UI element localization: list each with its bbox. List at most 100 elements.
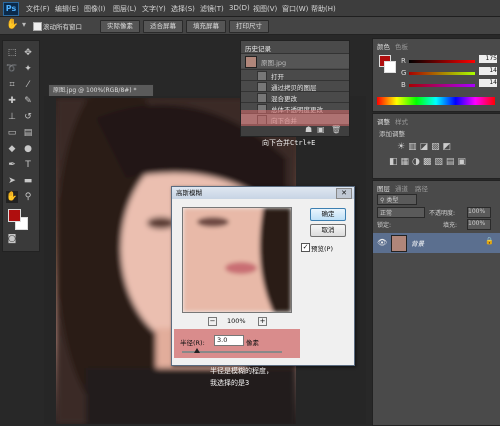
- adjustment-icons-row1[interactable]: ☀▥◪▨◩: [397, 142, 454, 152]
- menu-bar: Ps 文件(F) 编辑(E) 图像(I) 图层(L) 文字(Y) 选择(S) 滤…: [0, 0, 500, 17]
- fill-input[interactable]: 100%: [467, 219, 491, 230]
- tab-paths[interactable]: 路径: [415, 183, 428, 193]
- adjustment-icons-row2[interactable]: ◧▦◑▩▧▤▣: [389, 157, 469, 167]
- channel-r-value[interactable]: 175: [479, 55, 497, 63]
- menu-layer[interactable]: 图层(L): [113, 4, 136, 14]
- blur-tool-icon[interactable]: ◆: [6, 143, 18, 155]
- channel-r-slider[interactable]: [409, 60, 475, 63]
- foreground-color-swatch[interactable]: [8, 209, 21, 222]
- eraser-icon[interactable]: ▭: [6, 127, 18, 139]
- trash-icon[interactable]: 🗑: [331, 125, 341, 134]
- quick-mask-icon[interactable]: ◙: [6, 233, 18, 245]
- tab-layers[interactable]: 图层: [377, 183, 390, 193]
- menu-select[interactable]: 选择(S): [171, 4, 195, 14]
- ok-button[interactable]: 确定: [310, 208, 346, 221]
- zoom-level: 100%: [227, 317, 246, 325]
- blur-preview[interactable]: [182, 207, 292, 313]
- camera-icon[interactable]: ▣: [317, 125, 325, 134]
- close-icon[interactable]: ✕: [336, 188, 352, 199]
- cancel-button[interactable]: 取消: [310, 224, 346, 237]
- merge-down-caption: 向下合并Ctrl+E: [262, 139, 316, 147]
- dialog-title: 高斯模糊: [176, 189, 202, 197]
- radius-label: 半径(R):: [180, 339, 205, 347]
- menu-type[interactable]: 文字(Y): [142, 4, 166, 14]
- radius-note-1: 半径是模糊的程度，: [210, 367, 273, 375]
- channel-b-label: B: [401, 81, 406, 89]
- radius-unit: 像素: [246, 339, 259, 347]
- opacity-input[interactable]: 100%: [467, 207, 491, 218]
- gradient-icon[interactable]: ▤: [22, 127, 34, 139]
- radius-note-2: 我选择的是3: [210, 379, 250, 387]
- fit-screen-button[interactable]: 适合屏幕: [143, 20, 183, 33]
- blend-mode-select[interactable]: 正常: [377, 207, 425, 218]
- layer-filter-select[interactable]: ⚲ 类型: [377, 194, 417, 205]
- color-spectrum-bar[interactable]: [377, 97, 495, 105]
- tab-channels[interactable]: 通道: [395, 183, 408, 193]
- magic-wand-icon[interactable]: ✦: [22, 63, 34, 75]
- layer-name: 背景: [411, 240, 424, 248]
- zoom-in-button[interactable]: +: [258, 317, 267, 326]
- channel-b-slider[interactable]: [409, 84, 475, 87]
- move-tool-icon[interactable]: ✥: [22, 47, 34, 59]
- channel-r-label: R: [401, 57, 406, 65]
- menu-3d[interactable]: 3D(D): [229, 4, 250, 12]
- clone-stamp-icon[interactable]: ⊥: [6, 111, 18, 123]
- dropdown-arrow-icon[interactable]: ▾: [22, 20, 26, 29]
- history-panel-title[interactable]: 历史记录: [245, 43, 271, 53]
- menu-window[interactable]: 窗口(W): [282, 4, 308, 14]
- dialog-titlebar: 高斯模糊 ✕: [172, 187, 354, 199]
- history-brush-icon[interactable]: ↺: [22, 111, 34, 123]
- preview-label: 预览(P): [311, 245, 333, 253]
- menu-help[interactable]: 帮助(H): [311, 4, 336, 14]
- menu-file[interactable]: 文件(F): [26, 4, 50, 14]
- print-size-button[interactable]: 打印尺寸: [229, 20, 269, 33]
- menu-edit[interactable]: 编辑(E): [55, 4, 79, 14]
- radius-slider-thumb[interactable]: [194, 348, 200, 353]
- shape-tool-icon[interactable]: ▬: [22, 175, 34, 187]
- actual-pixels-button[interactable]: 实际像素: [100, 20, 140, 33]
- hand-tool-icon[interactable]: ✋: [6, 191, 18, 203]
- lasso-tool-icon[interactable]: ➰: [6, 63, 18, 75]
- layer-row-background[interactable]: 👁 背景 🔒: [373, 233, 500, 253]
- snapshot-thumbnail: [245, 56, 257, 68]
- preview-image: [183, 208, 291, 312]
- menu-filter[interactable]: 滤镜(T): [200, 4, 224, 14]
- layer-thumbnail: [391, 235, 407, 252]
- zoom-out-button[interactable]: −: [208, 317, 217, 326]
- channel-b-value[interactable]: 14: [479, 79, 497, 87]
- path-select-icon[interactable]: ➤: [6, 175, 18, 187]
- tab-adjustments[interactable]: 调整: [377, 116, 390, 126]
- hand-tool-icon[interactable]: ✋: [6, 19, 18, 30]
- preview-checkbox[interactable]: ✓: [301, 243, 310, 252]
- menu-view[interactable]: 视图(V): [253, 4, 277, 14]
- fill-screen-button[interactable]: 填充屏幕: [186, 20, 226, 33]
- photoshop-logo: Ps: [3, 2, 19, 16]
- dodge-tool-icon[interactable]: ●: [22, 143, 34, 155]
- channel-g-label: G: [401, 69, 407, 77]
- merge-down-highlight: [241, 110, 349, 126]
- toolbox: ⬚ ✥ ➰ ✦ ⌗ ⁄ ✚ ✎ ⊥ ↺ ▭ ▤ ◆ ● ✒ T ➤ ▬ ✋ ⚲ …: [2, 40, 40, 252]
- healing-brush-icon[interactable]: ✚: [6, 95, 18, 107]
- radius-input[interactable]: 3.0: [214, 335, 244, 346]
- pen-tool-icon[interactable]: ✒: [6, 159, 18, 171]
- fill-label: 填充:: [443, 222, 458, 229]
- snapshot-icon[interactable]: ☗: [305, 125, 312, 134]
- type-tool-icon[interactable]: T: [22, 159, 34, 171]
- crop-tool-icon[interactable]: ⌗: [6, 79, 18, 91]
- menu-image[interactable]: 图像(I): [84, 4, 106, 14]
- tab-styles[interactable]: 样式: [395, 116, 408, 126]
- brush-tool-icon[interactable]: ✎: [22, 95, 34, 107]
- marquee-tool-icon[interactable]: ⬚: [6, 47, 18, 59]
- channel-g-value[interactable]: 14: [479, 67, 497, 75]
- eye-visibility-icon[interactable]: 👁: [377, 238, 387, 247]
- options-bar: ✋ ▾ 滚动所有窗口 实际像素 适合屏幕 填充屏幕 打印尺寸: [0, 17, 500, 35]
- zoom-tool-icon[interactable]: ⚲: [22, 191, 34, 203]
- tab-color[interactable]: 颜色: [377, 41, 390, 51]
- color-panel-bg-swatch[interactable]: [384, 61, 396, 73]
- channel-g-slider[interactable]: [409, 72, 475, 75]
- tab-swatches[interactable]: 色板: [395, 41, 408, 51]
- lock-label: 锁定:: [377, 222, 392, 229]
- eyedropper-icon[interactable]: ⁄: [22, 79, 34, 91]
- history-snapshot[interactable]: 原图.jpg: [241, 53, 349, 68]
- scroll-all-checkbox[interactable]: [33, 22, 42, 31]
